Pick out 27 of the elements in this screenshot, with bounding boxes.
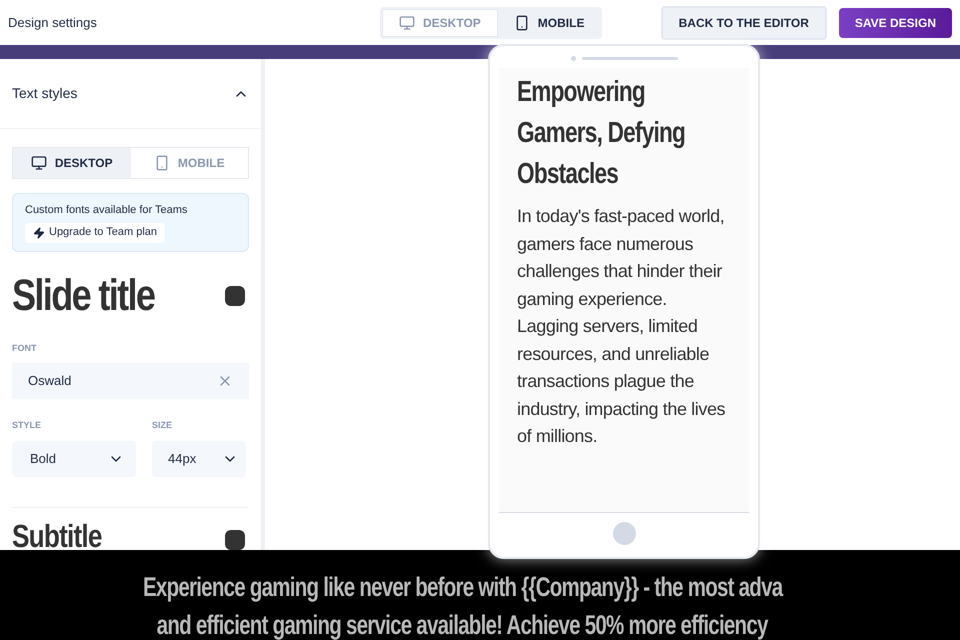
field-label: SIZE	[152, 419, 174, 432]
style-preview: Subtitle	[12, 520, 102, 550]
monitor-icon	[399, 14, 415, 30]
slide-body: In today's fast-paced world, gamers face numerous challenges that hinder their gaming experience. Lagging servers, limited resources, and unreliable transactions plague the industry, impacting the lives of millions.	[517, 205, 726, 448]
field-label: FONT	[12, 342, 38, 354]
color-swatch[interactable]	[225, 286, 245, 306]
color-swatch[interactable]	[225, 530, 245, 550]
caption-text: Experience gaming like never before with {{Company}} - the most adva	[143, 571, 782, 604]
font-field[interactable]: Oswald	[12, 363, 249, 399]
style-preview: Slide title	[12, 274, 154, 318]
caption-text: and efficient gaming service available! Achieve 50% more efficiency	[156, 609, 768, 640]
style-select[interactable]: Bold	[12, 440, 136, 476]
phone-icon	[514, 14, 530, 30]
home-button-icon	[612, 522, 636, 545]
monitor-icon	[30, 155, 47, 171]
field-label: STYLE	[12, 419, 42, 432]
phone-speaker-icon	[570, 56, 678, 60]
phone-icon	[154, 155, 170, 171]
section-title: Text styles	[12, 84, 78, 103]
back-button[interactable]: BACK TO THE EDITOR	[660, 6, 827, 40]
lightning-icon	[33, 226, 45, 238]
size-select[interactable]: 44px	[152, 440, 246, 476]
upgrade-button[interactable]: Upgrade to Team plan	[25, 222, 166, 242]
page-title: Design settings	[8, 14, 98, 32]
slide-title: Empowering Gamers, Defying Obstacles	[517, 75, 686, 192]
save-button[interactable]: SAVE DESIGN	[838, 8, 952, 38]
notice-text: Custom fonts available for Teams	[25, 203, 188, 218]
